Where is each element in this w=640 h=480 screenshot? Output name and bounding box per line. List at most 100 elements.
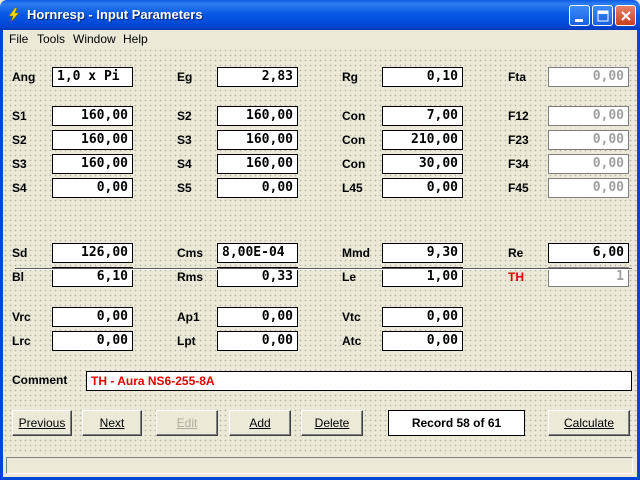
param-field-f34[interactable]: 0,00 <box>548 154 629 174</box>
edit-button-label: Edit <box>176 416 198 430</box>
window-title: Hornresp - Input Parameters <box>27 7 203 22</box>
close-button[interactable] <box>615 5 636 26</box>
param-field-th[interactable]: 1 <box>548 267 629 287</box>
param-label-th: TH <box>508 270 524 284</box>
menu-bar: File Tools Window Help <box>3 30 637 48</box>
param-label-s4: S4 <box>177 157 192 171</box>
record-indicator: Record 58 of 61 <box>388 410 525 436</box>
param-label-atc: Atc <box>342 334 362 348</box>
edit-button[interactable]: Edit <box>156 410 218 436</box>
menu-tools[interactable]: Tools <box>37 32 65 46</box>
param-field-re[interactable]: 6,00 <box>548 243 629 263</box>
param-label-s2: S2 <box>177 109 192 123</box>
param-label-f23: F23 <box>508 133 529 147</box>
param-label-ap1: Ap1 <box>177 310 200 324</box>
param-field-f23[interactable]: 0,00 <box>548 130 629 150</box>
param-label-mmd: Mmd <box>342 246 370 260</box>
param-field-vrc[interactable]: 0,00 <box>52 307 133 327</box>
menu-file[interactable]: File <box>9 32 28 46</box>
input-parameters-panel: Ang 1,0 x Pi Eg 2,83 Rg 0,10 Fta 0,00 S1 160,00 S2… <box>3 48 637 453</box>
param-field-s5[interactable]: 0,00 <box>217 178 298 198</box>
comment-label: Comment <box>12 373 68 387</box>
param-field-l45[interactable]: 0,00 <box>382 178 463 198</box>
param-field-s2[interactable]: 160,00 <box>217 106 298 126</box>
previous-button-label: Previous <box>18 416 66 430</box>
param-field-sd[interactable]: 126,00 <box>52 243 133 263</box>
add-button[interactable]: Add <box>229 410 291 436</box>
previous-button[interactable]: Previous <box>12 410 72 436</box>
param-field-fta[interactable]: 0,00 <box>548 67 629 87</box>
delete-button[interactable]: Delete <box>301 410 363 436</box>
param-field-eg[interactable]: 2,83 <box>217 67 298 87</box>
param-field-s2[interactable]: 160,00 <box>52 130 133 150</box>
param-label-lpt: Lpt <box>177 334 196 348</box>
param-field-lpt[interactable]: 0,00 <box>217 331 298 351</box>
param-field-f12[interactable]: 0,00 <box>548 106 629 126</box>
minimize-button[interactable] <box>569 5 590 26</box>
param-label-vtc: Vtc <box>342 310 361 324</box>
param-field-rms[interactable]: 0,33 <box>217 267 298 287</box>
add-button-label: Add <box>249 416 271 430</box>
param-label-fta: Fta <box>508 70 526 84</box>
menu-window[interactable]: Window <box>73 32 116 46</box>
param-label-s5: S5 <box>177 181 192 195</box>
comment-field[interactable]: TH - Aura NS6-255-8A <box>86 371 632 391</box>
param-label-s4: S4 <box>12 181 27 195</box>
param-label-eg: Eg <box>177 70 193 84</box>
param-label-cms: Cms <box>177 246 204 260</box>
next-button[interactable]: Next <box>82 410 142 436</box>
param-field-ang[interactable]: 1,0 x Pi <box>52 67 133 87</box>
param-label-s2: S2 <box>12 133 27 147</box>
param-field-con[interactable]: 30,00 <box>382 154 463 174</box>
section-divider <box>15 268 632 270</box>
param-field-s4[interactable]: 0,00 <box>52 178 133 198</box>
param-label-con: Con <box>342 157 366 171</box>
param-label-le: Le <box>342 270 357 284</box>
param-label-vrc: Vrc <box>12 310 31 324</box>
param-field-con[interactable]: 210,00 <box>382 130 463 150</box>
param-field-cms[interactable]: 8,00E-04 <box>217 243 298 263</box>
param-label-rms: Rms <box>177 270 204 284</box>
title-bar[interactable]: Hornresp - Input Parameters <box>0 0 640 30</box>
param-label-s3: S3 <box>177 133 192 147</box>
param-label-rg: Rg <box>342 70 358 84</box>
maximize-button[interactable] <box>592 5 613 26</box>
next-button-label: Next <box>99 416 125 430</box>
param-field-bl[interactable]: 6,10 <box>52 267 133 287</box>
status-panel <box>6 457 633 474</box>
param-label-l45: L45 <box>342 181 363 195</box>
param-field-le[interactable]: 1,00 <box>382 267 463 287</box>
param-field-ap1[interactable]: 0,00 <box>217 307 298 327</box>
param-field-s1[interactable]: 160,00 <box>52 106 133 126</box>
param-label-s1: S1 <box>12 109 27 123</box>
param-label-sd: Sd <box>12 246 28 260</box>
status-bar <box>3 453 637 477</box>
param-label-f34: F34 <box>508 157 529 171</box>
param-field-s3[interactable]: 160,00 <box>52 154 133 174</box>
close-icon <box>621 11 631 21</box>
param-field-mmd[interactable]: 9,30 <box>382 243 463 263</box>
param-label-con: Con <box>342 109 366 123</box>
param-field-atc[interactable]: 0,00 <box>382 331 463 351</box>
param-field-con[interactable]: 7,00 <box>382 106 463 126</box>
param-field-s3[interactable]: 160,00 <box>217 130 298 150</box>
calculate-button-label: Calculate <box>563 416 615 430</box>
calculate-button[interactable]: Calculate <box>548 410 630 436</box>
param-field-f45[interactable]: 0,00 <box>548 178 629 198</box>
param-label-con: Con <box>342 133 366 147</box>
delete-button-label: Delete <box>314 416 350 430</box>
menu-help[interactable]: Help <box>123 32 148 46</box>
param-label-s3: S3 <box>12 157 27 171</box>
param-field-lrc[interactable]: 0,00 <box>52 331 133 351</box>
maximize-icon <box>597 10 609 22</box>
param-label-re: Re <box>508 246 524 260</box>
minimize-icon <box>575 19 583 22</box>
param-label-bl: Bl <box>12 270 24 284</box>
param-label-f12: F12 <box>508 109 529 123</box>
param-label-ang: Ang <box>12 70 36 84</box>
param-field-vtc[interactable]: 0,00 <box>382 307 463 327</box>
param-field-s4[interactable]: 160,00 <box>217 154 298 174</box>
param-label-lrc: Lrc <box>12 334 31 348</box>
param-field-rg[interactable]: 0,10 <box>382 67 463 87</box>
param-label-f45: F45 <box>508 181 529 195</box>
